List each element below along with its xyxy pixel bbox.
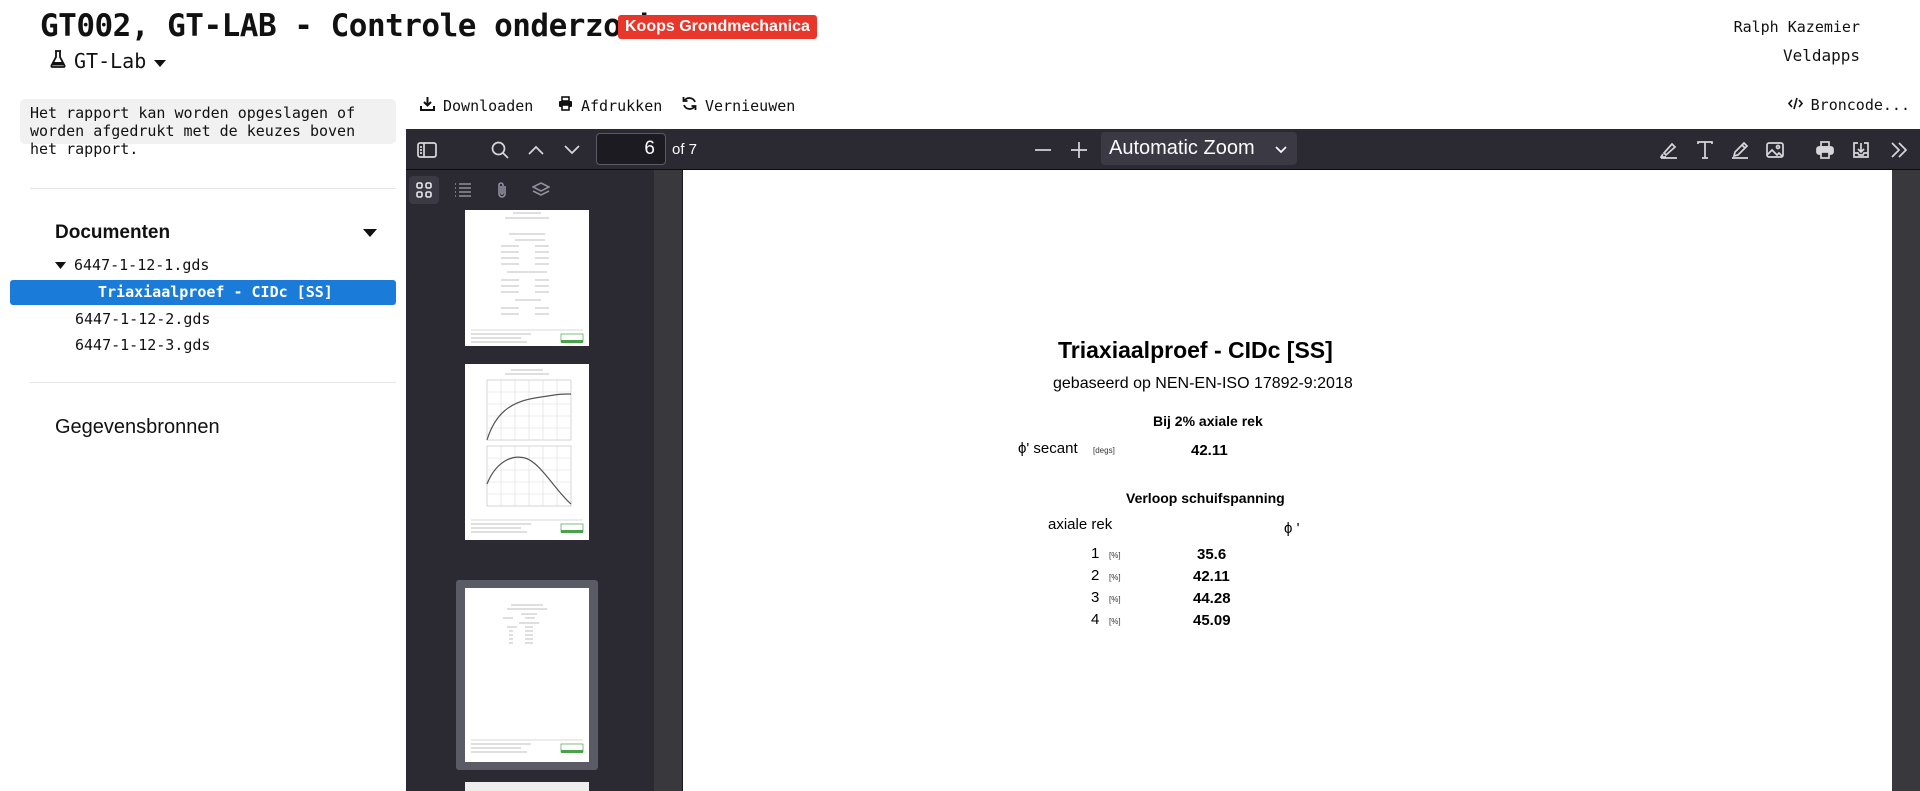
download-icon [420, 96, 435, 115]
thumbnail-sidebar [406, 170, 654, 791]
previous-page-icon[interactable] [523, 137, 549, 163]
sidebar-toggle-icon[interactable] [414, 137, 440, 163]
save-icon[interactable] [1848, 137, 1874, 163]
caret-down-icon[interactable] [363, 222, 377, 244]
print-label: Afdrukken [581, 96, 663, 115]
table-cell-unit: [%] [1109, 573, 1121, 582]
tree-item-6447-1-12-1[interactable]: 6447-1-12-1.gds [55, 256, 209, 274]
pdf-toolbar: 6 of 7 Automatic Zoom [406, 129, 1920, 170]
data-sources-heading[interactable]: Gegevensbronnen [55, 416, 220, 439]
documents-heading: Documenten [55, 222, 171, 243]
tree-item-label: 6447-1-12-1.gds [74, 256, 210, 274]
download-button[interactable]: Downloaden [420, 96, 533, 115]
section-heading: Verloop schuifspanning [1126, 490, 1285, 506]
tree-item-triaxiaalproef[interactable]: Triaxiaalproef - CIDc [SS] [10, 280, 396, 305]
column-header-phi: ϕ ' [1284, 520, 1300, 537]
thumbnail-content [465, 588, 589, 762]
print-icon [558, 96, 573, 115]
project-name: GT-Lab [74, 49, 147, 73]
pdf-page: Triaxiaalproef - CIDc [SS] gebaseerd op … [682, 170, 1892, 791]
report-subtitle: gebaseerd op NEN-EN-ISO 17892-9:2018 [1053, 375, 1353, 392]
attachments-view-icon[interactable] [487, 176, 517, 204]
code-icon [1787, 96, 1803, 114]
info-message: Het rapport kan worden opgeslagen of wor… [20, 99, 396, 158]
image-icon[interactable] [1762, 137, 1788, 163]
caret-down-icon [154, 49, 167, 73]
thumbnail-content [465, 364, 589, 540]
organization-name[interactable]: Veldapps [1783, 46, 1860, 65]
zoom-in-icon[interactable] [1066, 137, 1092, 163]
source-code-label: Broncode... [1810, 96, 1910, 114]
highlight-icon[interactable] [1656, 137, 1682, 163]
source-code-button[interactable]: Broncode... [1787, 96, 1910, 114]
page-thumbnail-5[interactable] [465, 364, 589, 540]
section-heading: Bij 2% axiale rek [1153, 413, 1263, 429]
table-cell-unit: [%] [1109, 617, 1121, 626]
column-header-strain: axiale rek [1048, 516, 1113, 533]
table-cell-strain: 3 [1091, 589, 1100, 606]
refresh-label: Vernieuwen [705, 96, 796, 115]
next-page-icon[interactable] [559, 137, 585, 163]
table-cell-phi: 44.28 [1193, 590, 1231, 607]
zoom-select[interactable]: Automatic Zoom [1101, 132, 1297, 165]
table-cell-strain: 4 [1091, 611, 1100, 628]
user-name[interactable]: Ralph Kazemier [1734, 18, 1860, 36]
page-number-input[interactable]: 6 [596, 133, 666, 165]
divider [30, 188, 396, 189]
print-button[interactable]: Afdrukken [558, 96, 662, 115]
page-thumbnail-7[interactable] [465, 782, 589, 791]
table-cell-strain: 2 [1091, 567, 1100, 584]
page-count: of 7 [672, 141, 698, 158]
table-cell-unit: [%] [1109, 551, 1121, 560]
page-title: GT002, GT-LAB - Controle onderzoek [40, 8, 658, 44]
page-thumbnail-4[interactable] [465, 210, 589, 346]
table-cell-strain: 1 [1091, 545, 1100, 562]
viewer-margin [1892, 170, 1920, 791]
sidebar-tabs [406, 170, 654, 210]
divider [30, 382, 396, 383]
phi-secant-value: 42.11 [1191, 442, 1228, 459]
project-selector[interactable]: GT-Lab [50, 49, 167, 73]
draw-icon[interactable] [1727, 137, 1753, 163]
flask-icon [50, 49, 66, 73]
table-cell-phi: 45.09 [1193, 612, 1231, 629]
page-thumbnail-6[interactable] [465, 588, 589, 762]
outline-view-icon[interactable] [448, 176, 478, 204]
layers-view-icon[interactable] [526, 176, 556, 204]
search-icon[interactable] [487, 137, 513, 163]
report-title: Triaxiaalproef - CIDc [SS] [1058, 337, 1333, 363]
phi-secant-unit: [degs] [1093, 446, 1115, 455]
zoom-out-icon[interactable] [1030, 137, 1056, 163]
pdf-viewer: 6 of 7 Automatic Zoom Triaxiaalproef - C… [406, 129, 1920, 791]
print-icon[interactable] [1812, 137, 1838, 163]
thumbnail-content [465, 210, 589, 346]
table-cell-phi: 42.11 [1193, 568, 1230, 585]
refresh-button[interactable]: Vernieuwen [682, 96, 795, 115]
caret-down-icon[interactable] [55, 256, 66, 274]
table-cell-phi: 35.6 [1197, 546, 1227, 563]
phi-secant-label: ϕ' secant [1018, 440, 1078, 457]
refresh-icon [682, 96, 697, 115]
documents-section-header[interactable]: Documenten [55, 222, 377, 244]
tree-item-6447-1-12-3[interactable]: 6447-1-12-3.gds [75, 336, 210, 354]
company-badge: Koops Grondmechanica [618, 15, 817, 39]
chevron-down-icon [1275, 132, 1287, 165]
tree-item-6447-1-12-2[interactable]: 6447-1-12-2.gds [75, 310, 210, 328]
text-tool-icon[interactable] [1692, 137, 1718, 163]
zoom-select-value: Automatic Zoom [1109, 137, 1255, 159]
thumbnails-view-icon[interactable] [409, 176, 439, 204]
table-cell-unit: [%] [1109, 595, 1121, 604]
download-label: Downloaden [443, 96, 534, 115]
double-chevron-right-icon[interactable] [1886, 137, 1912, 163]
